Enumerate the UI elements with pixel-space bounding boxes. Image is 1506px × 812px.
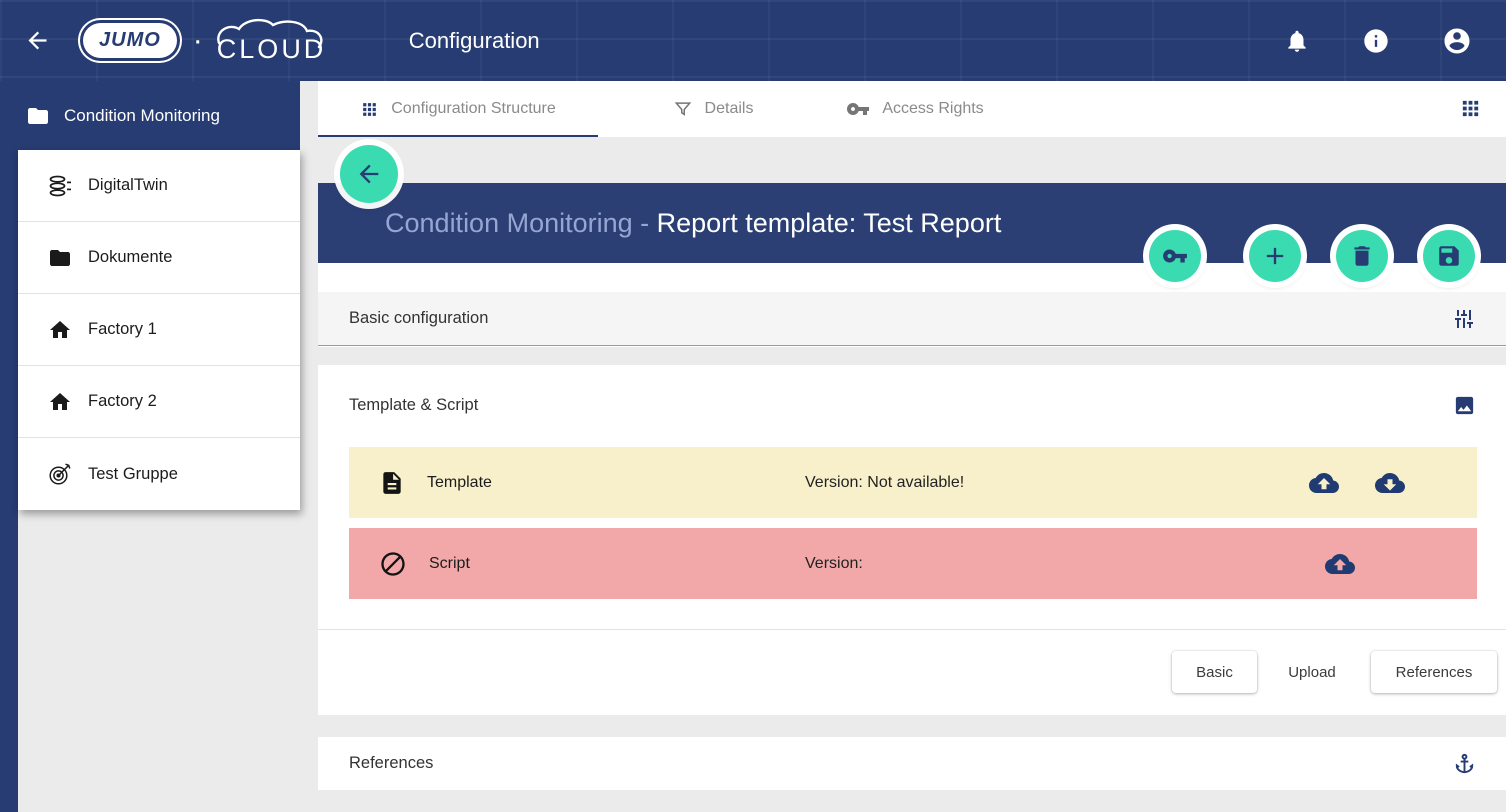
template-version-text: Version: Not available! xyxy=(805,474,964,492)
image-icon xyxy=(1453,394,1476,417)
topbar-actions xyxy=(1284,26,1472,56)
cloud-upload-icon xyxy=(1309,468,1339,498)
home-icon xyxy=(48,318,72,342)
delete-fab[interactable] xyxy=(1336,230,1388,282)
save-fab[interactable] xyxy=(1423,230,1475,282)
basic-configuration-card: Basic configuration xyxy=(318,263,1506,347)
selection-title-prefix: Condition Monitoring xyxy=(385,208,633,238)
info-icon xyxy=(1362,27,1390,55)
account-button[interactable] xyxy=(1442,26,1472,56)
trash-icon xyxy=(1349,243,1375,269)
digital-twin-icon xyxy=(48,174,72,198)
script-version-text: Version: xyxy=(805,555,863,573)
template-row-actions xyxy=(1309,468,1405,498)
funnel-icon xyxy=(673,99,693,119)
tab-label: Configuration Structure xyxy=(391,100,556,118)
sidebar-item-digitaltwin[interactable]: DigitalTwin xyxy=(18,150,300,222)
template-upload-button[interactable] xyxy=(1309,468,1339,498)
cloud-logo: CLOUD xyxy=(213,17,335,65)
key-icon xyxy=(1162,243,1188,269)
layout-grid-button[interactable] xyxy=(1459,97,1482,120)
sidebar-subtree: DigitalTwin Dokumente Factory 1 Factory … xyxy=(18,150,300,510)
key-icon xyxy=(846,97,870,121)
references-card: References xyxy=(318,737,1506,790)
script-row-actions xyxy=(1325,549,1355,579)
page-title: Configuration xyxy=(409,28,540,54)
tab-label: Details xyxy=(705,100,754,118)
basic-configuration-label: Basic configuration xyxy=(349,309,488,328)
references-label: References xyxy=(349,754,433,773)
grid-icon xyxy=(360,100,379,119)
script-row-label: Script xyxy=(429,555,470,573)
tab-configuration-structure[interactable]: Configuration Structure xyxy=(318,81,598,137)
sidebar-item-factory-2[interactable]: Factory 2 xyxy=(18,366,300,438)
sidebar-item-test-gruppe[interactable]: Test Gruppe xyxy=(18,438,300,510)
jumo-logo: JUMO xyxy=(83,23,177,58)
brand-separator-dot: · xyxy=(193,24,203,58)
sidebar-item-label: Test Gruppe xyxy=(88,465,178,484)
topbar: JUMO · CLOUD Configuration xyxy=(0,0,1506,81)
cloud-download-icon xyxy=(1375,468,1405,498)
template-download-button[interactable] xyxy=(1375,468,1405,498)
folder-icon xyxy=(48,246,72,270)
tabbar: Configuration Structure Details Access R… xyxy=(318,81,1506,137)
jumo-cloud-logo: JUMO · CLOUD xyxy=(83,17,335,65)
basic-configuration-row: Basic configuration xyxy=(318,292,1506,346)
selection-title: Condition Monitoring - Report template: … xyxy=(340,177,1001,270)
sidebar-item-condition-monitoring[interactable]: Condition Monitoring xyxy=(0,81,300,150)
template-script-header: Template & Script xyxy=(318,383,1506,427)
references-button[interactable]: References xyxy=(1371,651,1497,693)
script-upload-button[interactable] xyxy=(1325,549,1355,579)
basic-button[interactable]: Basic xyxy=(1172,651,1257,693)
home-icon xyxy=(48,390,72,414)
sidebar-item-dokumente[interactable]: Dokumente xyxy=(18,222,300,294)
references-anchor-button[interactable] xyxy=(1453,752,1476,775)
tune-icon xyxy=(1452,307,1476,331)
sidebar-item-label: Factory 2 xyxy=(88,392,157,411)
sidebar-lower-background xyxy=(18,510,300,812)
sidebar-root-label: Condition Monitoring xyxy=(64,106,220,126)
notifications-button[interactable] xyxy=(1284,28,1310,54)
tab-label: Access Rights xyxy=(882,100,983,118)
template-script-label: Template & Script xyxy=(349,396,478,415)
selection-title-main: Report template: Test Report xyxy=(657,208,1002,238)
sidebar-item-label: Factory 1 xyxy=(88,320,157,339)
cloud-upload-icon xyxy=(1325,549,1355,579)
sidebar-item-label: DigitalTwin xyxy=(88,176,168,195)
script-row: Script Version: xyxy=(349,528,1477,599)
template-preview-button[interactable] xyxy=(1453,394,1476,417)
tab-access-rights[interactable]: Access Rights xyxy=(810,81,1020,137)
cloud-wordmark: CLOUD xyxy=(217,34,327,65)
app-root: JUMO · CLOUD Configuration xyxy=(0,0,1506,812)
plus-icon xyxy=(1261,242,1289,270)
template-row-label: Template xyxy=(427,474,492,492)
back-arrow-icon xyxy=(24,27,51,54)
info-button[interactable] xyxy=(1362,27,1390,55)
content-back-button[interactable] xyxy=(340,145,398,203)
document-icon xyxy=(379,470,405,496)
back-arrow-icon xyxy=(355,160,383,188)
selection-header-band: Condition Monitoring - Report template: … xyxy=(318,183,1506,263)
grid-icon xyxy=(1459,97,1482,120)
add-fab[interactable] xyxy=(1249,230,1301,282)
anchor-icon xyxy=(1453,752,1476,775)
template-script-card: Template & Script Template Version: Not … xyxy=(318,365,1506,715)
sidebar-item-factory-1[interactable]: Factory 1 xyxy=(18,294,300,366)
tab-details[interactable]: Details xyxy=(618,81,808,137)
divider xyxy=(318,629,1506,630)
access-rights-fab[interactable] xyxy=(1149,230,1201,282)
sidebar-item-label: Dokumente xyxy=(88,248,172,267)
upload-button[interactable]: Upload xyxy=(1270,651,1354,693)
template-row: Template Version: Not available! xyxy=(349,447,1477,518)
folder-icon xyxy=(26,104,50,128)
selection-title-separator: - xyxy=(633,208,657,238)
topbar-back-button[interactable] xyxy=(24,27,51,54)
target-icon xyxy=(48,462,72,486)
bell-icon xyxy=(1284,28,1310,54)
blocked-icon xyxy=(379,550,407,578)
basic-configuration-settings-button[interactable] xyxy=(1452,307,1476,331)
sidebar-accent-strip xyxy=(0,81,18,812)
save-icon xyxy=(1436,243,1462,269)
account-circle-icon xyxy=(1442,26,1472,56)
